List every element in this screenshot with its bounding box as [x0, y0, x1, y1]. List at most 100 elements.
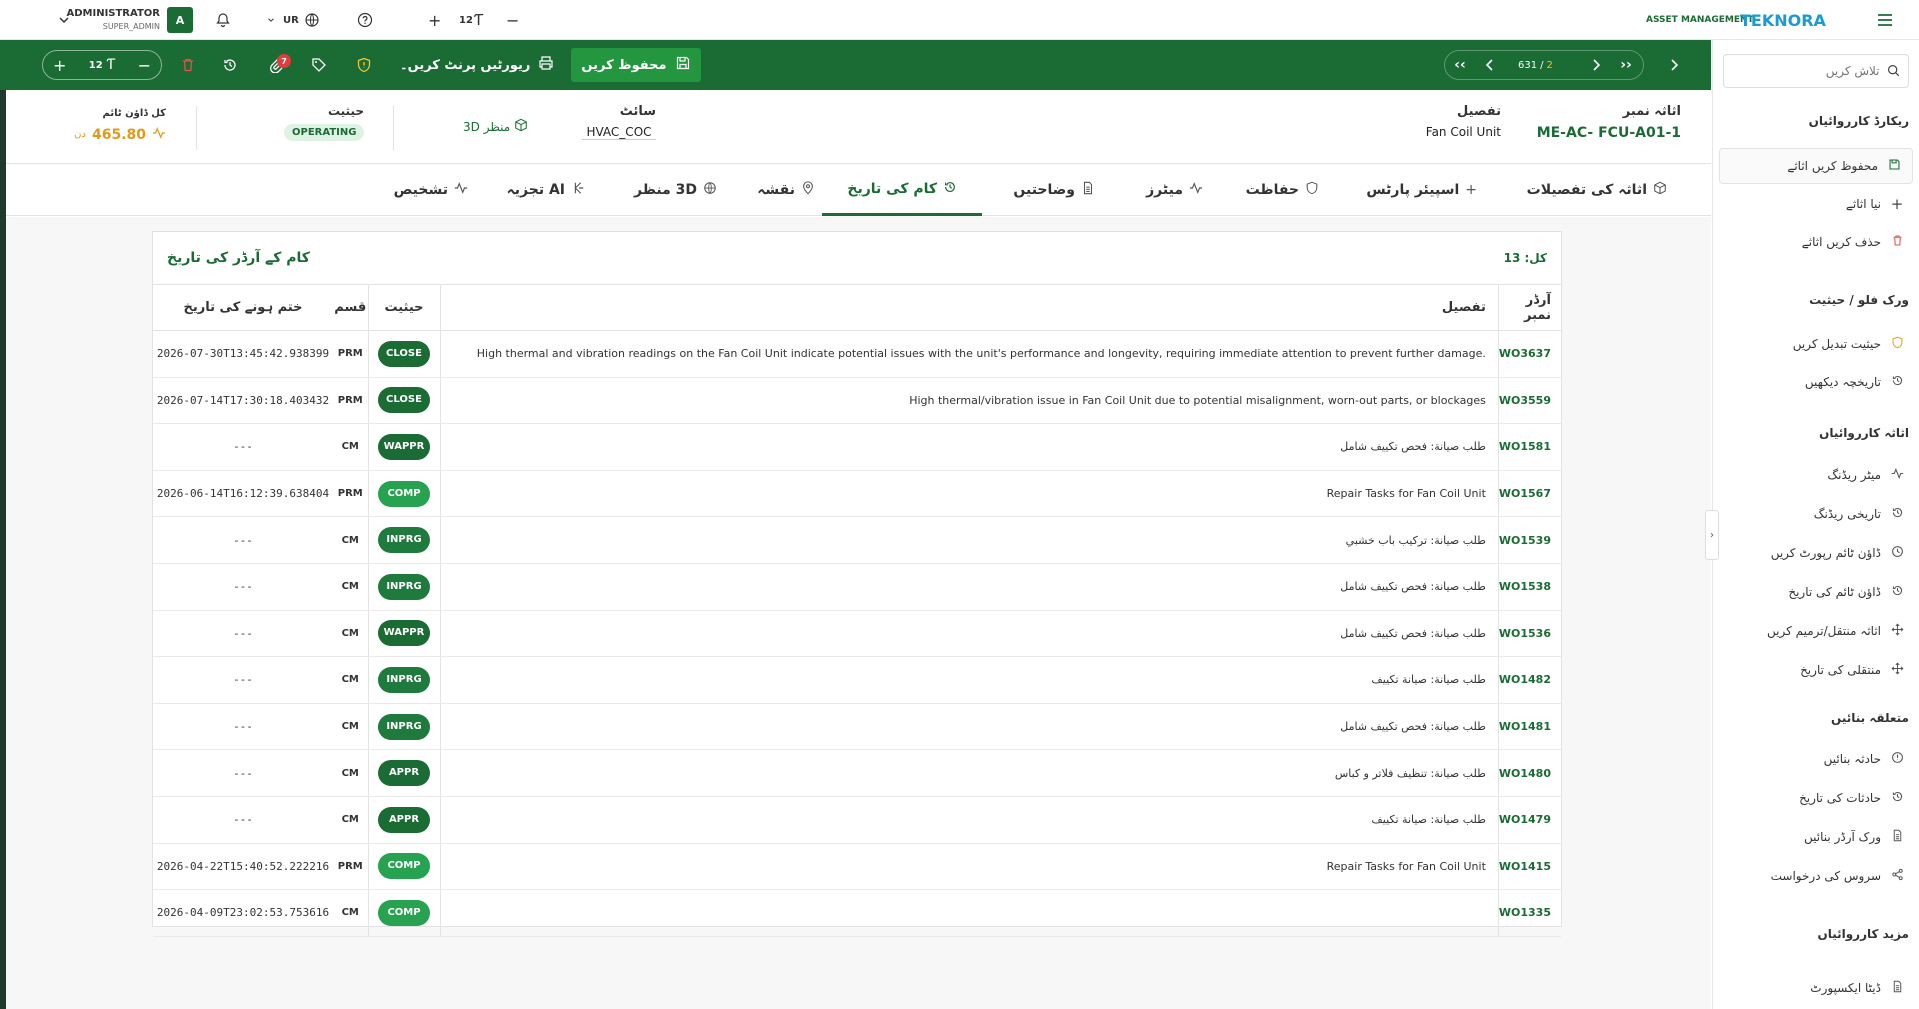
table-row[interactable]: --- CM INPRG طلب صيانة: صيانة تكييف WO1482 [153, 656, 1561, 704]
zoom-in-icon[interactable]: + [53, 56, 66, 75]
tab-safety[interactable]: حفاظت [1246, 164, 1319, 216]
tab-meters[interactable]: میٹرز [1146, 164, 1203, 216]
status-badge[interactable]: COMP [378, 899, 430, 926]
hamburger-menu-icon[interactable] [1876, 0, 1894, 40]
table-row[interactable]: 2026-04-09T23:02:53.753616 CM COMP WO1335 [153, 889, 1561, 937]
table-row[interactable]: --- CM INPRG طلب صيانة: فحص تكييف شامل WO153… [153, 563, 1561, 611]
language-chevron-icon[interactable] [266, 0, 276, 40]
print-report-button[interactable]: ریورٹیں پرنٹ کریں۔ [400, 50, 554, 80]
order-number-cell[interactable]: WO1480 [1498, 749, 1561, 797]
order-number-cell[interactable]: WO1481 [1498, 703, 1561, 751]
order-number-cell[interactable]: WO1536 [1498, 610, 1561, 658]
table-row[interactable]: --- CM INPRG طلب صيانة: تركيب باب خشبي WO153… [153, 516, 1561, 564]
order-number-cell[interactable]: WO1538 [1498, 563, 1561, 611]
tab-specifications[interactable]: وضاحتیں [1013, 164, 1095, 216]
tab-diagnosis[interactable]: تشخیص [394, 164, 468, 216]
help-icon[interactable] [357, 0, 373, 40]
sidebar-item[interactable]: محفوظ کریں اثاثے [1719, 148, 1913, 184]
last-record-icon[interactable]: ›› [1616, 55, 1636, 75]
zoom-out-icon[interactable]: − [138, 56, 151, 75]
sidebar-search-input[interactable] [1739, 64, 1880, 78]
table-row[interactable]: --- CM APPR طلب صيانة: تنظيف فلاتر و كباس WO… [153, 749, 1561, 797]
table-row[interactable]: --- CM INPRG طلب صيانة: فحص تكييف شامل WO148… [153, 703, 1561, 751]
first-record-icon[interactable]: ‹‹ [1450, 55, 1470, 75]
font-decrease-icon[interactable]: − [506, 0, 519, 40]
order-number-cell[interactable]: WO3637 [1498, 330, 1561, 378]
sidebar-item[interactable]: میٹر ریڈنگ [1827, 462, 1905, 488]
sidebar-item[interactable]: تاریخی ریڈنگ [1814, 501, 1905, 527]
table-row[interactable]: --- CM WAPPR طلب صيانة: فحص تكييف شامل WO158… [153, 423, 1561, 471]
order-number-cell[interactable]: WO3559 [1498, 377, 1561, 425]
user-info[interactable]: ADMINISTRATOR SUPER_ADMIN [66, 0, 160, 40]
sidebar-item[interactable]: حادثہ بنائیں [1824, 746, 1905, 772]
language-selector[interactable]: UR [283, 0, 299, 40]
chevron-down-icon[interactable] [56, 0, 72, 40]
status-badge[interactable]: INPRG [378, 666, 430, 693]
next-record-icon[interactable] [1586, 55, 1606, 75]
view-3d-link[interactable]: 3D منظر [463, 118, 528, 135]
column-type[interactable]: قسم [333, 284, 368, 331]
sidebar-item[interactable]: ورک آرڈر بنائیں [1804, 824, 1905, 850]
bell-icon[interactable] [215, 0, 231, 40]
order-number-cell[interactable]: WO1482 [1498, 656, 1561, 704]
text-size-icon: Ƭ [474, 11, 484, 29]
table-row[interactable]: 2026-04-22T15:40:52.222216 PRM COMP Repair … [153, 843, 1561, 891]
status-badge[interactable]: CLOSE [378, 340, 430, 367]
status-badge[interactable]: CLOSE [378, 387, 430, 414]
status-badge[interactable]: WAPPR [377, 433, 431, 460]
table-row[interactable]: 2026-07-30T13:45:42.938399 PRM CLOSE High t… [153, 330, 1561, 378]
trash-icon[interactable] [180, 57, 196, 73]
sidebar-item[interactable]: ڈیٹا ایکسپورٹ [1810, 975, 1905, 1001]
sidebar-item[interactable]: + نیا اثاثے [1846, 191, 1905, 217]
status-badge[interactable]: APPR [378, 806, 430, 833]
history-icon[interactable] [222, 57, 238, 73]
status-badge[interactable]: INPRG [378, 573, 430, 600]
order-number-cell[interactable]: WO1581 [1498, 423, 1561, 471]
globe-icon[interactable] [304, 0, 320, 40]
sidebar-item[interactable]: ڈاؤن ٹائم رپورٹ کریں [1771, 540, 1905, 566]
collapse-panel-icon[interactable] [1664, 55, 1684, 75]
search-icon[interactable] [1887, 62, 1900, 81]
order-number-cell[interactable]: WO1335 [1498, 889, 1561, 937]
tab-ai-analysis[interactable]: AI تجزیہ [507, 164, 585, 216]
sidebar-item[interactable]: تاریخچہ دیکھیں [1805, 369, 1905, 395]
status-badge[interactable]: WAPPR [377, 620, 431, 647]
avatar[interactable]: A [167, 7, 193, 33]
tab-asset-details[interactable]: اثاثہ کی تفصیلات [1527, 164, 1667, 216]
font-increase-icon[interactable]: + [428, 0, 441, 40]
table-row[interactable]: 2026-06-14T16:12:39.638404 PRM COMP Repair … [153, 470, 1561, 518]
tab-3d-view[interactable]: 3D منظر [634, 164, 717, 216]
sidebar-item[interactable]: ڈاؤن ٹائم کی تاریخ [1788, 579, 1905, 605]
sidebar-item[interactable]: حیثیت تبدیل کریں [1793, 331, 1905, 357]
shield-alert-icon[interactable] [356, 57, 372, 73]
tab-work-history[interactable]: کام کی تاریخ [822, 164, 982, 216]
table-row[interactable]: --- CM WAPPR طلب صيانة: فحص تكييف شامل WO153… [153, 610, 1561, 658]
status-badge[interactable]: INPRG [378, 527, 430, 554]
tag-icon[interactable] [311, 57, 327, 73]
table-row[interactable]: --- CM APPR طلب صيانة: صيانة تكييف WO1479 [153, 796, 1561, 844]
prev-record-icon[interactable] [1480, 55, 1500, 75]
tab-spare-parts[interactable]: + اسپیئر پارٹس [1366, 164, 1477, 216]
brand-logo[interactable]: TEKNORA [1740, 0, 1826, 40]
sidebar-item[interactable]: سروس کی درخواست [1771, 863, 1905, 889]
sidebar-item[interactable]: اثاثہ منتقل/ترمیم کریں [1767, 618, 1905, 644]
sidebar-item[interactable]: حذف کریں اثاثے [1802, 229, 1905, 255]
column-end-date[interactable]: ختم ہونے کی تاریخ [153, 284, 333, 331]
status-badge[interactable]: APPR [378, 760, 430, 787]
table-row[interactable]: 2026-07-14T17:30:18.403432 PRM CLOSE High t… [153, 377, 1561, 425]
sidebar-item[interactable]: حادثات کی تاریخ [1799, 785, 1905, 811]
tab-map[interactable]: نقشہ [757, 164, 815, 216]
status-badge[interactable]: COMP [378, 853, 430, 880]
order-number-cell[interactable]: WO1415 [1498, 843, 1561, 891]
column-order-number[interactable]: آرڈر نمبر [1498, 284, 1561, 331]
order-number-cell[interactable]: WO1539 [1498, 516, 1561, 564]
order-number-cell[interactable]: WO1567 [1498, 470, 1561, 518]
column-description[interactable]: تفصیل [440, 284, 1499, 331]
order-number-cell[interactable]: WO1479 [1498, 796, 1561, 844]
save-button[interactable]: محفوظ کریں [571, 48, 701, 82]
sidebar-item[interactable]: منتقلی کی تاریخ [1800, 657, 1905, 683]
column-status[interactable]: حیثیت [367, 284, 441, 331]
status-badge[interactable]: INPRG [378, 713, 430, 740]
status-badge[interactable]: COMP [378, 480, 430, 507]
sidebar-collapse-handle[interactable]: › [1705, 510, 1719, 560]
